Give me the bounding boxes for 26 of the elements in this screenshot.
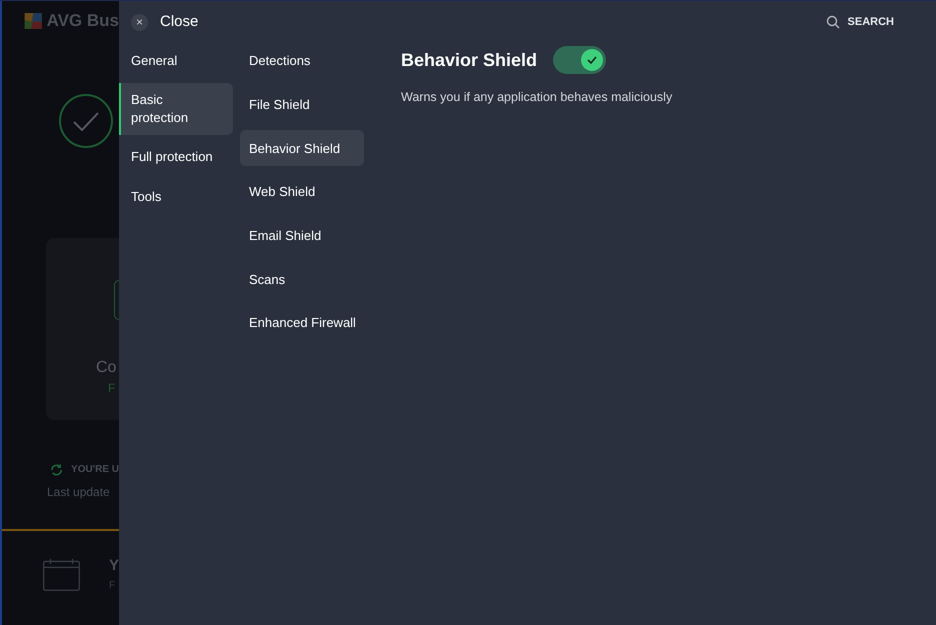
subcategory-tab[interactable]: Web Shield bbox=[240, 174, 364, 210]
subcategory-tab[interactable]: Email Shield bbox=[240, 218, 364, 254]
subcategory-tab[interactable]: Detections bbox=[240, 43, 364, 79]
search-icon bbox=[826, 15, 840, 29]
section-title: Behavior Shield bbox=[401, 48, 538, 72]
toggle-switch[interactable] bbox=[553, 46, 606, 74]
schedule-title: Y bbox=[108, 556, 119, 576]
card-title: Co bbox=[96, 358, 116, 378]
section-description: Warns you if any application behaves maliciously bbox=[401, 89, 674, 106]
close-button[interactable]: × Close bbox=[131, 10, 198, 34]
search-button[interactable]: SEARCH bbox=[826, 14, 894, 30]
check-circle-icon bbox=[58, 93, 114, 149]
check-icon bbox=[587, 55, 598, 65]
category-tab[interactable]: General bbox=[119, 43, 233, 79]
subcategory-tab[interactable]: Behavior Shield bbox=[240, 130, 364, 166]
subcategory-tab[interactable]: Enhanced Firewall bbox=[240, 305, 364, 342]
subcategory-tab[interactable]: Scans bbox=[240, 261, 364, 298]
app-title: AVG Bus bbox=[46, 10, 119, 32]
update-status: YOU'RE U bbox=[71, 463, 119, 477]
category-tab[interactable]: Full protection bbox=[119, 139, 233, 175]
category-tab[interactable]: Tools bbox=[119, 179, 233, 215]
card-status: F bbox=[108, 380, 116, 397]
last-updated-text: Last update bbox=[47, 484, 111, 501]
subcategory-tab[interactable]: File Shield bbox=[240, 86, 364, 123]
refresh-icon bbox=[50, 462, 64, 476]
category-tab[interactable]: Basic protection bbox=[119, 83, 233, 135]
